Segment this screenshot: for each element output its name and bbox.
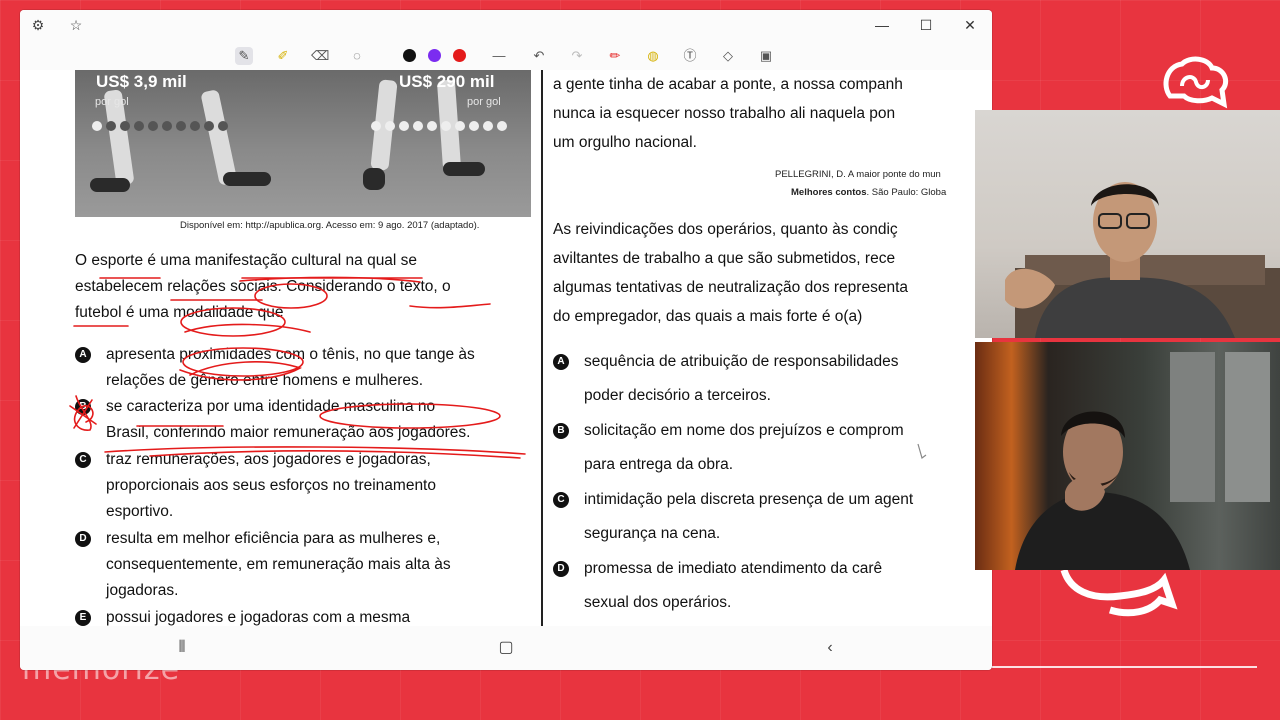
- highlighter-tool-icon[interactable]: ✐: [274, 47, 292, 65]
- webcam-student-feed: [975, 342, 1280, 570]
- stroke-width-icon[interactable]: —: [490, 47, 508, 65]
- student-avatar: [1015, 352, 1270, 570]
- note-app-window: ⚙ ☆ — ☐ ✕ ✎ ✐ ⌫ ◌ — ↶ ↷ ✏ ◍ Ⓣ ◇ ▣ US$ 3,: [20, 10, 992, 670]
- webcam-teacher-feed: [975, 110, 1280, 338]
- right-option-b-badge: B: [553, 423, 569, 439]
- brand-logo-large-icon: [1060, 560, 1180, 630]
- home-icon[interactable]: ▢: [494, 636, 518, 660]
- option-d-line-2: consequentemente, em remuneração mais al…: [106, 556, 451, 573]
- right-stem-line-2: aviltantes de trabalho a que são submeti…: [553, 250, 896, 267]
- undo-icon[interactable]: ↶: [530, 47, 548, 65]
- eraser-tool-icon[interactable]: ⌫: [311, 47, 329, 65]
- stem-line-2: estabelecem relações sociais. Consideran…: [75, 278, 451, 295]
- brand-logo-icon: [1160, 56, 1230, 112]
- pen-red-icon[interactable]: ✏: [606, 47, 624, 65]
- title-bar: ⚙ ☆ — ☐ ✕: [20, 10, 992, 40]
- football-photo: US$ 3,9 mil por gol US$ 290 mil por gol: [75, 70, 531, 217]
- maximize-button[interactable]: ☐: [915, 15, 937, 35]
- teacher-avatar: [1005, 182, 1280, 338]
- stem-line-3: futebol é uma modalidade que: [75, 304, 284, 321]
- right-option-c-badge: C: [553, 492, 569, 508]
- document-page: US$ 3,9 mil por gol US$ 290 mil por gol …: [20, 70, 992, 626]
- color-purple-swatch[interactable]: [428, 49, 441, 62]
- excerpt-line-3: um orgulho nacional.: [553, 134, 697, 151]
- right-question-stem: As reivindicações dos operários, quanto …: [553, 215, 992, 331]
- option-c-line-1: traz remunerações, aos jogadores e jogad…: [106, 451, 431, 468]
- excerpt-line-2: nunca ia esquecer nosso trabalho ali naq…: [553, 105, 896, 122]
- photo-caption: Disponível em: http://apublica.org. Aces…: [180, 220, 480, 231]
- color-red-swatch[interactable]: [453, 49, 466, 62]
- reference-publisher: . São Paulo: Globa: [866, 187, 947, 198]
- right-option-c-line-1: intimidação pela discreta presença de um…: [584, 491, 914, 508]
- star-icon[interactable]: ☆: [68, 17, 84, 33]
- right-option-b-line-1: solicitação em nome dos prejuízos e comp…: [584, 422, 904, 439]
- option-a-line-1: apresenta proximidades com o tênis, no q…: [106, 346, 475, 363]
- right-option-d-line-1: promessa de imediato atendimento da carê: [584, 560, 883, 577]
- right-option-b-line-2: para entrega da obra.: [584, 456, 734, 473]
- option-e-badge: E: [75, 610, 91, 626]
- option-a-badge: A: [75, 347, 91, 363]
- right-option-a-badge: A: [553, 354, 569, 370]
- option-b-line-1: se caracteriza por uma identidade mascul…: [106, 398, 436, 415]
- close-button[interactable]: ✕: [959, 15, 981, 35]
- right-option-a-line-2: poder decisório a terceiros.: [584, 387, 771, 404]
- excerpt-line-1: a gente tinha de acabar a ponte, a nossa…: [553, 76, 903, 93]
- option-c-badge: C: [75, 452, 91, 468]
- right-dots: [371, 121, 507, 131]
- reference-book-title: Melhores contos: [791, 187, 867, 198]
- option-b-badge: B: [75, 399, 91, 415]
- pen-tool-icon[interactable]: ✎: [235, 47, 253, 65]
- left-dots: [92, 121, 228, 131]
- option-b-line-2: Brasil, conferindo maior remuneração aos…: [106, 424, 471, 441]
- right-option-d-line-2: sexual dos operários.: [584, 594, 732, 611]
- reference-line-2: Melhores contos. São Paulo: Globa: [791, 187, 946, 198]
- option-c-line-2: proporcionais aos seus esforços no trein…: [106, 477, 436, 494]
- shapes-tool-icon[interactable]: ◇: [719, 47, 737, 65]
- left-price-unit: por gol: [95, 96, 129, 108]
- right-option-c-line-2: segurança na cena.: [584, 525, 721, 542]
- stem-line-1: O esporte é uma manifestação cultural na…: [75, 252, 418, 269]
- recent-apps-icon[interactable]: ⦀: [170, 636, 194, 660]
- right-stem-line-3: algumas tentativas de neutralização dos …: [553, 279, 908, 296]
- redo-icon[interactable]: ↷: [568, 47, 586, 65]
- option-d-line-1: resulta em melhor eficiência para as mul…: [106, 530, 441, 547]
- right-stem-line-4: do empregador, das quais a mais forte é …: [553, 308, 863, 325]
- option-d-line-3: jogadoras.: [106, 582, 179, 599]
- right-option-d-badge: D: [553, 561, 569, 577]
- drawing-toolbar: ✎ ✐ ⌫ ◌ — ↶ ↷ ✏ ◍ Ⓣ ◇ ▣: [20, 40, 992, 70]
- story-excerpt: a gente tinha de acabar a ponte, a nossa…: [553, 70, 992, 157]
- right-stem-line-1: As reivindicações dos operários, quanto …: [553, 221, 898, 238]
- image-tool-icon[interactable]: ▣: [757, 47, 775, 65]
- option-a-line-2: relações de gênero entre homens e mulher…: [106, 372, 424, 389]
- question-stem: O esporte é uma manifestação cultural na…: [75, 248, 531, 326]
- system-navigation-bar: ⦀ ▢ ‹: [20, 626, 992, 670]
- option-e-line-1: possui jogadores e jogadoras com a mesma: [106, 609, 411, 626]
- column-divider: [541, 70, 543, 626]
- right-price-unit: por gol: [467, 96, 501, 108]
- brand-underline: [992, 666, 1257, 668]
- text-tool-icon[interactable]: Ⓣ: [681, 47, 699, 65]
- reference-line-1: PELLEGRINI, D. A maior ponte do mun: [775, 169, 941, 180]
- settings-gear-icon[interactable]: ⚙: [30, 17, 46, 33]
- color-black-swatch[interactable]: [403, 49, 416, 62]
- left-price-label: US$ 3,9 mil: [96, 72, 187, 91]
- highlighter-yellow-icon[interactable]: ◍: [644, 47, 662, 65]
- back-icon[interactable]: ‹: [818, 636, 842, 660]
- lasso-tool-icon[interactable]: ◌: [348, 47, 366, 65]
- right-option-a-line-1: sequência de atribuição de responsabilid…: [584, 353, 899, 370]
- right-price-label: US$ 290 mil: [399, 72, 495, 91]
- option-d-badge: D: [75, 531, 91, 547]
- minimize-button[interactable]: —: [871, 15, 893, 35]
- option-c-line-3: esportivo.: [106, 503, 174, 520]
